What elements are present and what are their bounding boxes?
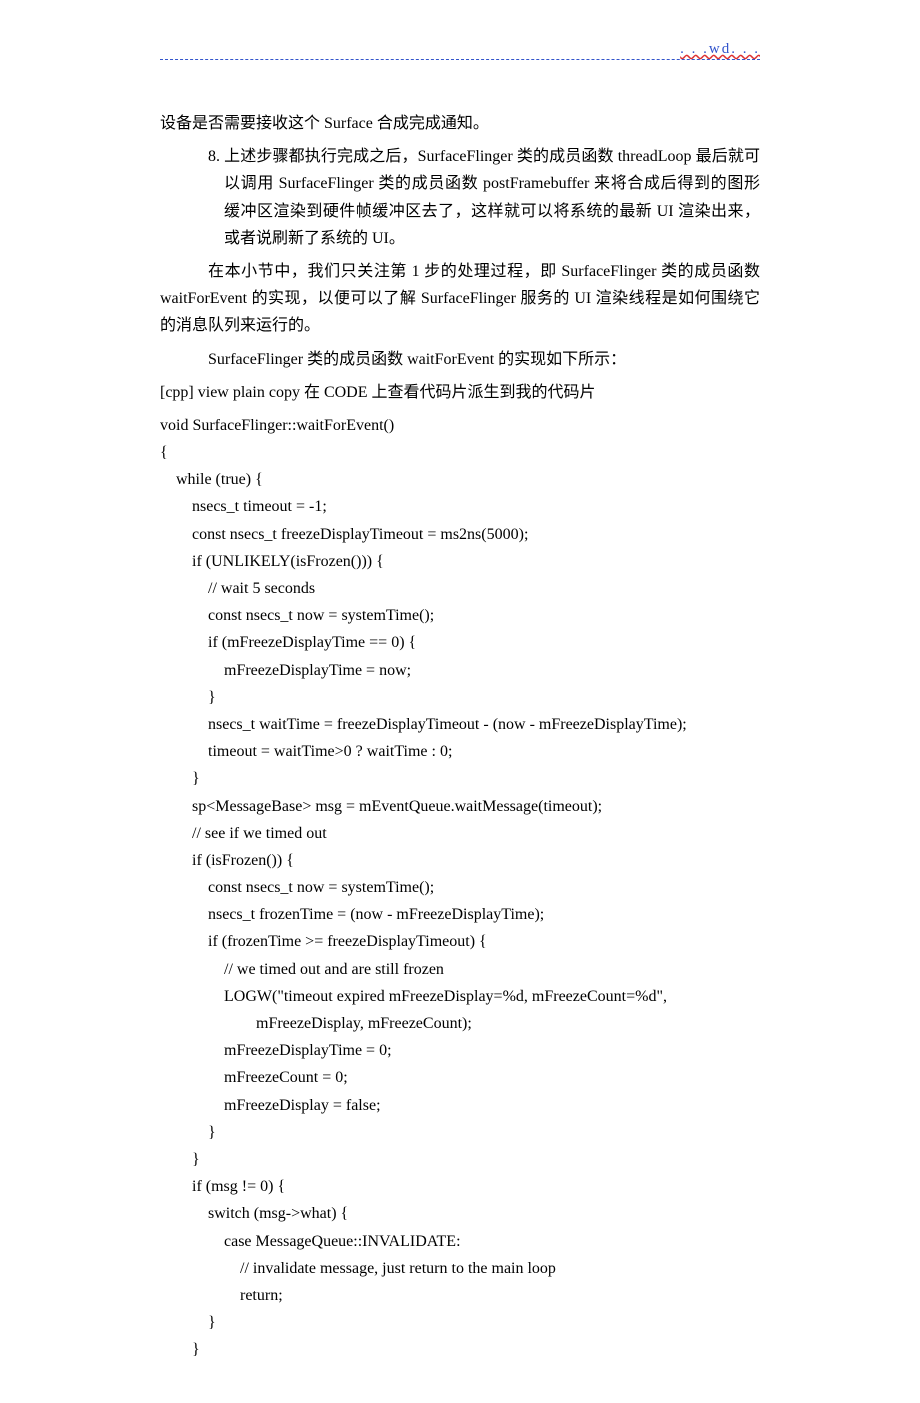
paragraph: 设备是否需要接收这个 Surface 合成完成通知。 bbox=[160, 110, 760, 137]
code-line: nsecs_t timeout = -1; bbox=[160, 498, 335, 515]
code-meta-line: [cpp] view plain copy 在 CODE 上查看代码片派生到我的… bbox=[160, 379, 760, 406]
code-line: mFreezeCount = 0; bbox=[160, 1069, 356, 1086]
code-line: const nsecs_t now = systemTime(); bbox=[160, 607, 442, 624]
code-line: LOGW("timeout expired mFreezeDisplay=%d,… bbox=[160, 988, 675, 1005]
code-line: } bbox=[160, 1341, 208, 1358]
code-line: } bbox=[160, 1124, 224, 1141]
page-header: . . .wd. . . bbox=[160, 40, 760, 60]
code-line: if (UNLIKELY(isFrozen())) { bbox=[160, 553, 392, 570]
code-line: if (frozenTime >= freezeDisplayTimeout) … bbox=[160, 933, 495, 950]
code-line: mFreezeDisplay = false; bbox=[160, 1097, 389, 1114]
code-line: // wait 5 seconds bbox=[160, 580, 323, 597]
code-line: // we timed out and are still frozen bbox=[160, 961, 452, 978]
code-line: nsecs_t waitTime = freezeDisplayTimeout … bbox=[160, 716, 695, 733]
code-line: case MessageQueue::INVALIDATE: bbox=[160, 1233, 469, 1250]
paragraph: SurfaceFlinger 类的成员函数 waitForEvent 的实现如下… bbox=[160, 346, 760, 373]
code-line: nsecs_t frozenTime = (now - mFreezeDispl… bbox=[160, 906, 552, 923]
code-line: if (mFreezeDisplayTime == 0) { bbox=[160, 634, 424, 651]
code-line: if (isFrozen()) { bbox=[160, 852, 302, 869]
document-page: . . .wd. . . 设备是否需要接收这个 Surface 合成完成通知。 … bbox=[0, 0, 920, 1403]
code-line: } bbox=[160, 689, 224, 706]
paragraph: 在本小节中，我们只关注第 1 步的处理过程，即 SurfaceFlinger 类… bbox=[160, 258, 760, 340]
code-line: void SurfaceFlinger::waitForEvent() bbox=[160, 417, 402, 434]
code-line: { bbox=[160, 444, 176, 461]
code-line: // invalidate message, just return to th… bbox=[160, 1260, 564, 1277]
document-body: 设备是否需要接收这个 Surface 合成完成通知。 8. 上述步骤都执行完成之… bbox=[160, 110, 760, 1363]
code-block: void SurfaceFlinger::waitForEvent() { wh… bbox=[160, 412, 760, 1364]
code-line: // see if we timed out bbox=[160, 825, 335, 842]
code-line: } bbox=[160, 1314, 224, 1331]
code-line: timeout = waitTime>0 ? waitTime : 0; bbox=[160, 743, 460, 760]
code-line: return; bbox=[160, 1287, 291, 1304]
code-line: switch (msg->what) { bbox=[160, 1205, 356, 1222]
code-line: } bbox=[160, 1151, 208, 1168]
code-line: mFreezeDisplayTime = 0; bbox=[160, 1042, 400, 1059]
code-line: while (true) { bbox=[160, 471, 271, 488]
code-line: mFreezeDisplay, mFreezeCount); bbox=[160, 1015, 480, 1032]
code-line: const nsecs_t freezeDisplayTimeout = ms2… bbox=[160, 526, 536, 543]
header-rule bbox=[160, 59, 760, 60]
code-line: mFreezeDisplayTime = now; bbox=[160, 662, 419, 679]
header-watermark: . . .wd. . . bbox=[680, 41, 760, 58]
code-line: } bbox=[160, 770, 208, 787]
paragraph-step-8: 8. 上述步骤都执行完成之后，SurfaceFlinger 类的成员函数 thr… bbox=[160, 143, 760, 252]
code-line: if (msg != 0) { bbox=[160, 1178, 293, 1195]
code-line: sp<MessageBase> msg = mEventQueue.waitMe… bbox=[160, 798, 610, 815]
code-line: const nsecs_t now = systemTime(); bbox=[160, 879, 442, 896]
